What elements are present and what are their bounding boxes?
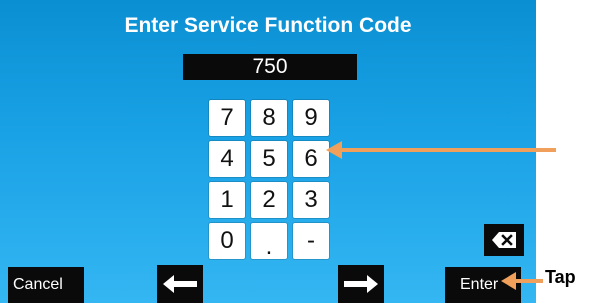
tap-annotation: Tap [545, 267, 576, 287]
callout-arrow-enter [501, 272, 543, 290]
callout-arrows [326, 141, 556, 290]
callout-arrow-key6 [326, 141, 556, 159]
